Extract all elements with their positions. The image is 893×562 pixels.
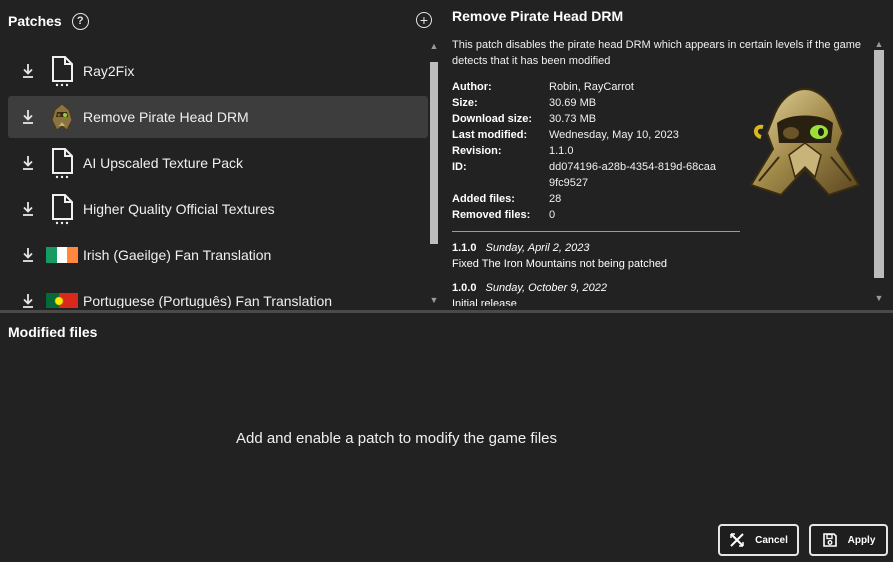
patch-name: Irish (Gaeilge) Fan Translation	[83, 247, 272, 263]
changelog-entry: 1.1.0 Sunday, April 2, 2023 Fixed The Ir…	[452, 240, 870, 272]
info-value: 28	[549, 193, 562, 205]
info-key: Last modified:	[452, 129, 528, 141]
scroll-down-arrow-icon[interactable]: ▼	[873, 294, 885, 303]
info-value: 0	[549, 209, 556, 221]
details-description: This patch disables the pirate head DRM …	[452, 39, 862, 67]
changelog-text: Initial release	[452, 298, 517, 306]
patch-name: Ray2Fix	[83, 63, 135, 79]
patch-item-ray2fix[interactable]: Ray2Fix	[8, 50, 428, 92]
apply-button[interactable]: Apply	[809, 524, 888, 556]
changelog-text: Fixed The Iron Mountains not being patch…	[452, 258, 668, 270]
patch-item-ai-upscaled-texture-pack[interactable]: AI Upscaled Texture Pack	[8, 142, 428, 184]
portuguese-flag-icon	[46, 285, 78, 308]
file-icon	[46, 147, 78, 179]
info-key: Added files:	[452, 193, 515, 205]
help-icon[interactable]: ?	[71, 12, 89, 30]
scroll-up-arrow-icon[interactable]: ▲	[873, 40, 885, 49]
pirate-head-thumbnail	[46, 101, 78, 133]
info-value: Wednesday, May 10, 2023	[549, 129, 679, 141]
scrollbar-thumb[interactable]	[874, 50, 884, 278]
details-title: Remove Pirate Head DRM	[452, 8, 624, 24]
download-icon[interactable]	[20, 109, 36, 125]
info-key: Removed files:	[452, 209, 531, 221]
scroll-up-arrow-icon[interactable]: ▲	[429, 42, 439, 51]
info-value: 30.73 MB	[549, 113, 597, 125]
patch-item-higher-quality-official-textures[interactable]: Higher Quality Official Textures	[8, 188, 428, 230]
patches-header: Patches ?	[8, 10, 436, 32]
download-icon[interactable]	[20, 155, 36, 171]
info-value: Robin, RayCarrot	[549, 81, 634, 93]
modified-files-empty-message: Add and enable a patch to modify the gam…	[235, 430, 558, 447]
patch-list-scrollbar[interactable]: ▲ ▼	[429, 42, 439, 306]
changelog-date: Sunday, October 9, 2022	[485, 282, 608, 294]
info-key: Download size:	[452, 113, 533, 125]
patches-title: Patches	[8, 13, 62, 29]
changelog-version: 1.0.0	[452, 282, 477, 294]
download-icon[interactable]	[20, 63, 36, 79]
apply-label: Apply	[847, 534, 876, 546]
patch-item-portuguese-fan-translation[interactable]: Portuguese (Português) Fan Translation	[8, 280, 428, 308]
download-icon[interactable]	[20, 293, 36, 308]
scroll-down-arrow-icon[interactable]: ▼	[429, 296, 439, 305]
patch-name: Remove Pirate Head DRM	[83, 109, 249, 125]
patch-name: AI Upscaled Texture Pack	[83, 155, 244, 171]
patch-name: Portuguese (Português) Fan Translation	[83, 293, 333, 308]
patch-item-remove-pirate-head-drm[interactable]: Remove Pirate Head DRM	[8, 96, 428, 138]
irish-flag-icon	[46, 239, 78, 271]
changelog-divider	[452, 231, 740, 232]
patch-item-irish-fan-translation[interactable]: Irish (Gaeilge) Fan Translation	[8, 234, 428, 276]
info-key: ID:	[452, 161, 467, 173]
cancel-icon	[729, 532, 745, 548]
file-icon	[46, 55, 78, 87]
file-icon	[46, 193, 78, 225]
info-key: Size:	[452, 97, 478, 109]
modified-files-title: Modified files	[8, 324, 98, 340]
download-icon[interactable]	[20, 247, 36, 263]
patch-name: Higher Quality Official Textures	[83, 201, 275, 217]
panel-divider[interactable]	[0, 310, 893, 313]
save-icon	[822, 532, 838, 548]
changelog-date: Sunday, April 2, 2023	[485, 242, 590, 254]
info-value: 30.69 MB	[549, 97, 597, 109]
details-scrollbar[interactable]: ▲ ▼	[873, 40, 885, 303]
info-key: Revision:	[452, 145, 502, 157]
changelog-version: 1.1.0	[452, 242, 477, 254]
cancel-button[interactable]: Cancel	[718, 524, 799, 556]
info-key: Author:	[452, 81, 492, 93]
cancel-label: Cancel	[755, 534, 788, 546]
info-value: 1.1.0	[549, 145, 574, 157]
add-patch-icon[interactable]: +	[416, 12, 432, 28]
download-icon[interactable]	[20, 201, 36, 217]
patch-list: Ray2Fix Remove Pirate Head DRM AI Upscal…	[8, 50, 428, 308]
scrollbar-thumb[interactable]	[430, 62, 438, 244]
info-value: dd074196-a28b-4354-819d-68caa9fc9527	[549, 161, 716, 189]
pirate-head-image	[745, 85, 865, 200]
changelog-entry: 1.0.0 Sunday, October 9, 2022 Initial re…	[452, 280, 870, 306]
